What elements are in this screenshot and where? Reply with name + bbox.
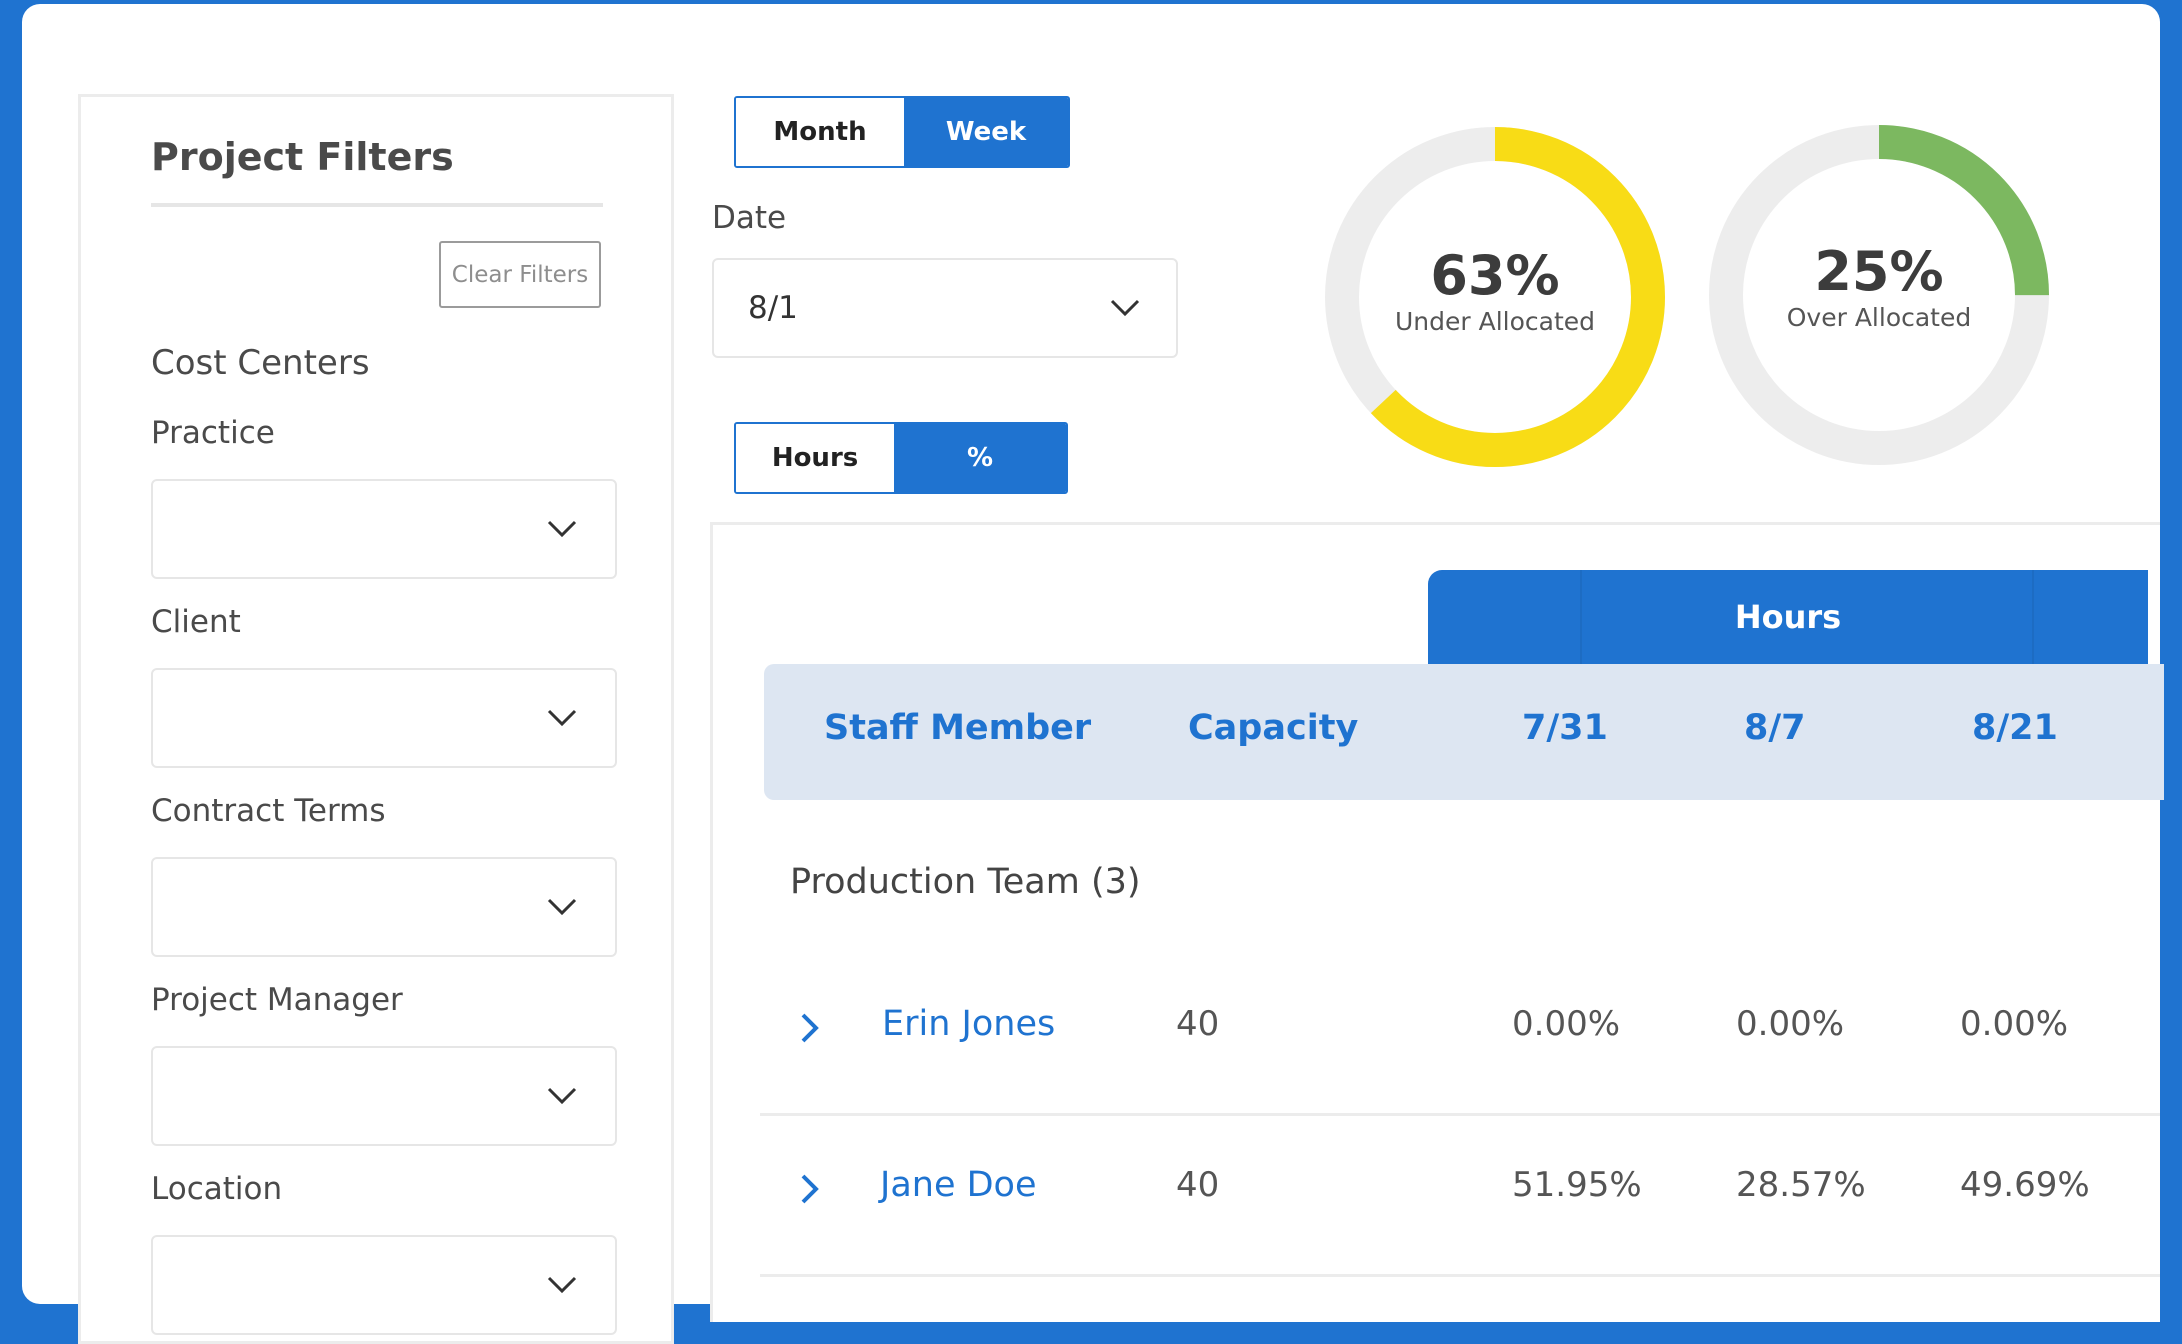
chevron-down-icon [1110, 299, 1140, 317]
capacity-cell: 40 [1176, 1004, 1220, 1044]
value-cell: 0.00% [1512, 1004, 1621, 1044]
month-toggle-option[interactable]: Month [736, 98, 904, 166]
chevron-down-icon [547, 520, 577, 538]
table-header: Staff Member Capacity 7/31 8/7 8/21 [764, 664, 2164, 800]
date-value: 8/1 [748, 290, 798, 326]
project-manager-label: Project Manager [151, 982, 403, 1018]
location-label: Location [151, 1171, 283, 1207]
value-cell: 51.95% [1512, 1165, 1642, 1205]
value-cell: 0.00% [1960, 1004, 2069, 1044]
under-allocated-caption: Under Allocated [1395, 307, 1595, 336]
filters-title: Project Filters [151, 135, 454, 179]
chevron-right-icon[interactable] [800, 1012, 820, 1044]
row-divider [760, 1113, 2160, 1116]
table-row: Jane Doe 40 51.95% 28.57% 49.69% [760, 1117, 2160, 1277]
value-cell: 28.57% [1736, 1165, 1866, 1205]
band-divider [2032, 570, 2034, 664]
col-capacity[interactable]: Capacity [1188, 708, 1358, 748]
project-filters-panel: Project Filters Clear Filters Cost Cente… [78, 94, 674, 1344]
chevron-down-icon [547, 1087, 577, 1105]
under-allocated-donut: 63% Under Allocated [1325, 127, 1665, 467]
chevron-down-icon [547, 709, 577, 727]
row-divider [760, 1274, 2160, 1277]
col-8-7[interactable]: 8/7 [1744, 708, 1806, 748]
contract-terms-label: Contract Terms [151, 793, 386, 829]
hours-toggle-option[interactable]: Hours [736, 424, 895, 492]
chevron-down-icon [547, 898, 577, 916]
clear-filters-button[interactable]: Clear Filters [439, 241, 601, 308]
table-row: Erin Jones 40 0.00% 0.00% 0.00% [760, 956, 2160, 1116]
col-staff-member[interactable]: Staff Member [824, 708, 1091, 748]
practice-label: Practice [151, 415, 275, 451]
percent-toggle-option[interactable]: % [894, 424, 1066, 492]
cost-centers-heading: Cost Centers [151, 343, 370, 383]
project-manager-select[interactable] [151, 1046, 617, 1146]
hours-column-band: Hours [1428, 570, 2148, 664]
date-select[interactable]: 8/1 [712, 258, 1178, 358]
capacity-cell: 40 [1176, 1165, 1220, 1205]
under-allocated-percent: 63% [1430, 244, 1559, 307]
col-7-31[interactable]: 7/31 [1522, 708, 1608, 748]
group-title: Production Team (3) [790, 862, 1141, 902]
staff-name-link[interactable]: Erin Jones [882, 1004, 1055, 1044]
over-allocated-caption: Over Allocated [1787, 303, 1972, 332]
chevron-right-icon[interactable] [800, 1173, 820, 1205]
col-8-21[interactable]: 8/21 [1972, 708, 2058, 748]
contract-terms-select[interactable] [151, 857, 617, 957]
week-toggle-option[interactable]: Week [903, 98, 1068, 166]
over-allocated-donut: 25% Over Allocated [1709, 125, 2049, 465]
value-cell: 0.00% [1736, 1004, 1845, 1044]
location-select[interactable] [151, 1235, 617, 1335]
unit-toggle: Hours % [734, 422, 1068, 494]
band-divider [1580, 570, 1582, 664]
practice-select[interactable] [151, 479, 617, 579]
filters-divider [151, 203, 603, 207]
client-select[interactable] [151, 668, 617, 768]
period-toggle: Month Week [734, 96, 1070, 168]
date-label: Date [712, 200, 787, 236]
hours-band-label: Hours [1734, 598, 1842, 636]
over-allocated-percent: 25% [1814, 240, 1943, 303]
staff-name-link[interactable]: Jane Doe [880, 1165, 1037, 1205]
value-cell: 49.69% [1960, 1165, 2090, 1205]
client-label: Client [151, 604, 241, 640]
chevron-down-icon [547, 1276, 577, 1294]
